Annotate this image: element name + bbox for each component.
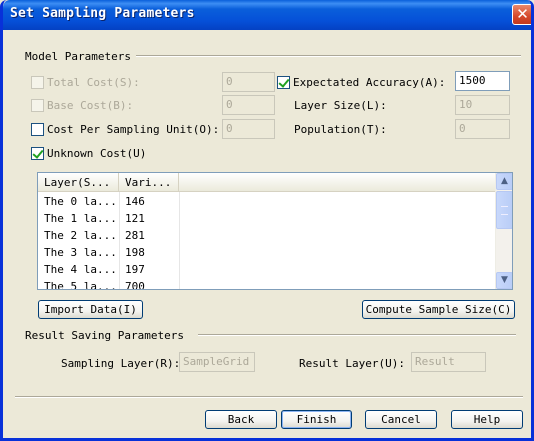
- layer-cell: The 5 la...: [44, 280, 117, 290]
- footer-separator: [15, 396, 523, 398]
- base-cost-label: Base Cost(B):: [47, 99, 134, 112]
- unknown-cost-checkbox[interactable]: [31, 147, 44, 160]
- result-saving-label: Result Saving Parameters: [25, 329, 184, 342]
- total-cost-label: Total Cost(S):: [47, 76, 140, 89]
- variance-cell: 198: [125, 246, 145, 259]
- compute-sample-size-button[interactable]: Compute Sample Size(C): [362, 300, 515, 319]
- scroll-up-button[interactable]: ▲: [496, 173, 512, 190]
- import-data-button[interactable]: Import Data(I): [38, 300, 143, 319]
- chevron-up-icon: ▲: [501, 176, 508, 186]
- result-layer-input[interactable]: Result: [411, 352, 486, 372]
- result-layer-label: Result Layer(U):: [299, 357, 405, 370]
- cost-per-unit-checkbox[interactable]: [31, 123, 44, 136]
- expected-accuracy-label: Expectated Accuracy(A):: [293, 76, 446, 89]
- base-cost-input[interactable]: 0: [222, 95, 275, 115]
- variance-cell: 121: [125, 212, 145, 225]
- title-bar[interactable]: Set Sampling Parameters ✕: [3, 0, 531, 30]
- close-icon: ✕: [516, 5, 529, 23]
- layer-cell: The 2 la...: [44, 229, 117, 242]
- layer-cell: The 1 la...: [44, 212, 117, 225]
- variance-cell: 197: [125, 263, 145, 276]
- model-parameters-label: Model Parameters: [25, 50, 131, 63]
- table-row[interactable]: The 3 la... 198: [38, 244, 495, 261]
- model-parameters-separator: [136, 55, 521, 57]
- window-title: Set Sampling Parameters: [10, 6, 195, 21]
- table-row[interactable]: The 5 la... 700: [38, 278, 495, 290]
- layer-variance-table[interactable]: Layer(S... Vari... The 0 la... 146 The 1…: [37, 172, 513, 290]
- table-row[interactable]: The 0 la... 146: [38, 193, 495, 210]
- close-button[interactable]: ✕: [512, 4, 531, 25]
- back-button[interactable]: Back: [205, 410, 277, 429]
- table-row[interactable]: The 1 la... 121: [38, 210, 495, 227]
- total-cost-checkbox[interactable]: [31, 76, 44, 89]
- layer-size-label: Layer Size(L):: [294, 99, 387, 112]
- cancel-button[interactable]: Cancel: [365, 410, 437, 429]
- finish-button[interactable]: Finish: [281, 410, 352, 429]
- layer-cell: The 3 la...: [44, 246, 117, 259]
- cost-per-unit-input[interactable]: 0: [222, 119, 275, 139]
- base-cost-checkbox[interactable]: [31, 99, 44, 112]
- column-header-layer[interactable]: Layer(S...: [38, 173, 119, 192]
- layer-cell: The 4 la...: [44, 263, 117, 276]
- result-saving-separator: [198, 334, 516, 336]
- variance-cell: 281: [125, 229, 145, 242]
- population-input[interactable]: 0: [455, 119, 510, 139]
- table-header: Layer(S... Vari...: [38, 173, 495, 192]
- cost-per-unit-label: Cost Per Sampling Unit(O):: [47, 123, 220, 136]
- variance-cell: 700: [125, 280, 145, 290]
- table-scrollbar[interactable]: ▲ ▼: [495, 173, 512, 289]
- help-button[interactable]: Help: [451, 410, 523, 429]
- layer-cell: The 0 la...: [44, 195, 117, 208]
- chevron-down-icon: ▼: [501, 275, 508, 285]
- sampling-layer-input[interactable]: SampleGrid: [179, 352, 255, 372]
- table-row[interactable]: The 4 la... 197: [38, 261, 495, 278]
- total-cost-input[interactable]: 0: [222, 72, 275, 92]
- scroll-down-button[interactable]: ▼: [496, 272, 512, 289]
- unknown-cost-label: Unknown Cost(U): [47, 147, 147, 160]
- expected-accuracy-input[interactable]: 1500: [455, 71, 510, 91]
- dialog-window: Set Sampling Parameters ✕ Model Paramete…: [0, 0, 534, 441]
- variance-cell: 146: [125, 195, 145, 208]
- expected-accuracy-checkbox[interactable]: [277, 76, 290, 89]
- population-label: Population(T):: [294, 123, 387, 136]
- table-row[interactable]: The 2 la... 281: [38, 227, 495, 244]
- column-header-variance[interactable]: Vari...: [119, 173, 179, 192]
- layer-size-input[interactable]: 10: [455, 95, 510, 115]
- scroll-thumb[interactable]: [496, 191, 512, 229]
- sampling-layer-label: Sampling Layer(R):: [61, 357, 181, 370]
